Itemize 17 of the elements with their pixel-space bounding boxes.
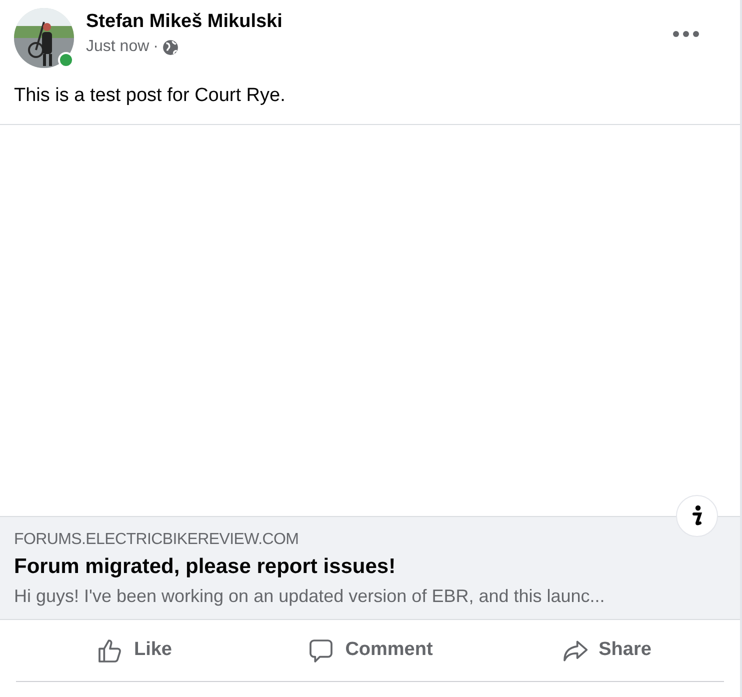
share-button[interactable]: Share: [548, 630, 664, 671]
globe-icon: [162, 38, 180, 56]
thumbs-up-icon: [96, 636, 124, 664]
link-title: Forum migrated, please report issues!: [14, 554, 396, 580]
post-time[interactable]: Just now: [86, 36, 150, 58]
author-name[interactable]: Stefan Mikeš Mikulski: [86, 8, 282, 36]
link-description: Hi guys! I've been working on an updated version of EBR, and this launc...: [14, 585, 605, 608]
post-text: This is a test post for Court Rye.: [13, 84, 286, 108]
comment-button[interactable]: Comment: [295, 630, 445, 671]
link-domain: FORUMS.ELECTRICBIKEREVIEW.COM: [14, 530, 299, 550]
info-icon: [691, 505, 703, 527]
link-preview-card[interactable]: FORUMS.ELECTRICBIKEREVIEW.COM Forum migrated, please report issues! Hi guys! I've been working on an updated version of EBR, and this launc...: [0, 516, 740, 620]
more-icon: [673, 31, 699, 37]
separator-dot: ·: [153, 37, 158, 57]
speech-bubble-icon: [307, 636, 336, 664]
info-button[interactable]: [676, 495, 718, 537]
like-button[interactable]: Like: [84, 630, 184, 671]
